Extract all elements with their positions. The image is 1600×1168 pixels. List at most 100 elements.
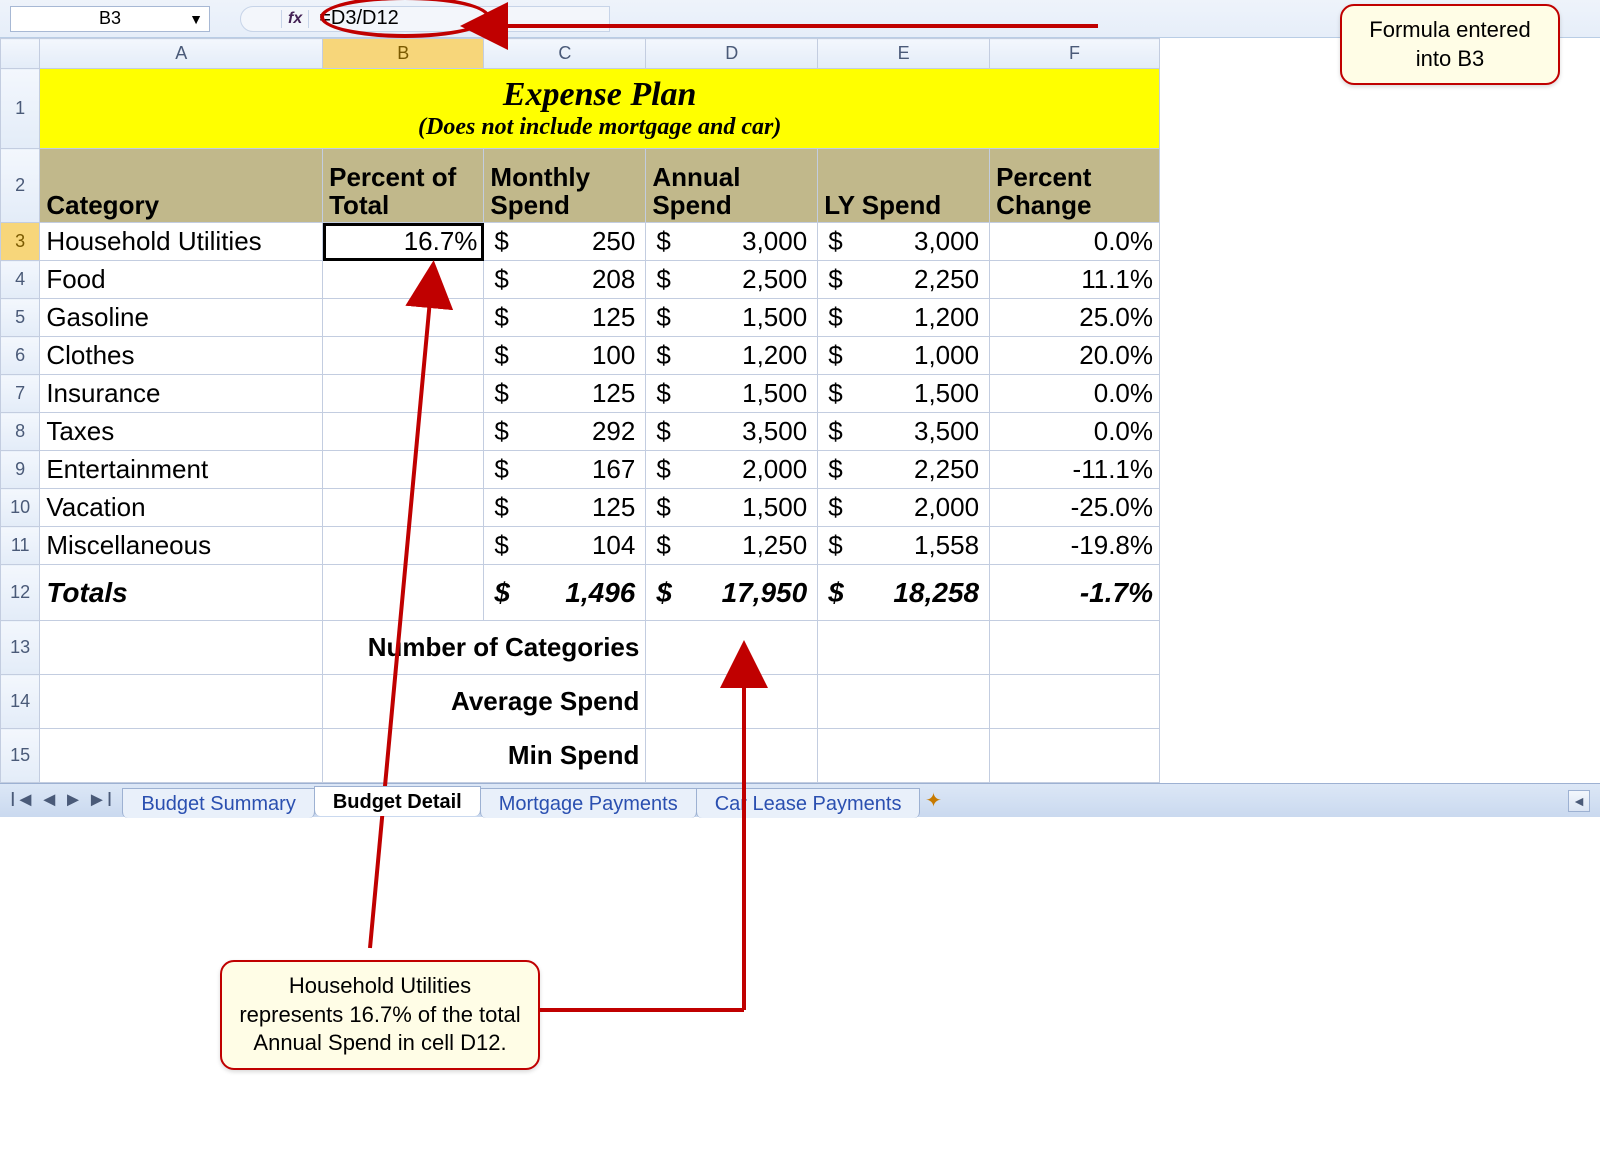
row-header[interactable]: 2 [1, 149, 40, 223]
cell[interactable]: $125 [484, 375, 646, 413]
row-header[interactable]: 4 [1, 261, 40, 299]
cell[interactable]: $1,500 [646, 299, 818, 337]
select-all-corner[interactable] [1, 39, 40, 69]
cell[interactable]: $167 [484, 451, 646, 489]
row-header[interactable]: 9 [1, 451, 40, 489]
cell[interactable] [990, 675, 1160, 729]
cell[interactable] [646, 675, 818, 729]
cell[interactable] [40, 621, 323, 675]
cell[interactable]: Expense Plan(Does not include mortgage a… [40, 69, 1160, 149]
cell[interactable]: LY Spend [818, 149, 990, 223]
col-header[interactable]: D [646, 39, 818, 69]
cell[interactable]: Percent of Total [323, 149, 484, 223]
cell[interactable]: $2,500 [646, 261, 818, 299]
cell[interactable]: Totals [40, 565, 323, 621]
cell[interactable]: $17,950 [646, 565, 818, 621]
cell[interactable]: $2,000 [818, 489, 990, 527]
cell[interactable] [323, 565, 484, 621]
cell[interactable]: $2,000 [646, 451, 818, 489]
cell[interactable] [323, 375, 484, 413]
cell[interactable]: $125 [484, 489, 646, 527]
cell[interactable]: $3,000 [646, 223, 818, 261]
new-sheet-icon[interactable]: ✦ [919, 788, 947, 813]
cell[interactable]: $1,250 [646, 527, 818, 565]
cell[interactable]: $1,500 [818, 375, 990, 413]
tab-next-icon[interactable]: ► [63, 789, 83, 812]
cell[interactable] [646, 729, 818, 783]
cell[interactable]: 0.0% [990, 375, 1160, 413]
cell[interactable] [323, 527, 484, 565]
tab-last-icon[interactable]: ►I [87, 789, 112, 812]
cell[interactable]: $1,558 [818, 527, 990, 565]
cell[interactable] [40, 675, 323, 729]
name-box[interactable]: B3 ▼ [10, 6, 210, 32]
hscroll-left-icon[interactable]: ◄ [1568, 790, 1590, 812]
cell[interactable]: $2,250 [818, 451, 990, 489]
cell[interactable] [323, 413, 484, 451]
cell[interactable]: $104 [484, 527, 646, 565]
cell[interactable]: $208 [484, 261, 646, 299]
cell[interactable]: 25.0% [990, 299, 1160, 337]
row-header[interactable]: 12 [1, 565, 40, 621]
cell[interactable]: $1,200 [818, 299, 990, 337]
col-header[interactable]: C [484, 39, 646, 69]
cell[interactable]: Average Spend [323, 675, 646, 729]
row-header[interactable]: 3 [1, 223, 40, 261]
cell[interactable]: Gasoline [40, 299, 323, 337]
cell[interactable]: Insurance [40, 375, 323, 413]
cell[interactable]: $3,500 [818, 413, 990, 451]
cell[interactable]: 16.7% [323, 223, 484, 261]
cell[interactable]: Food [40, 261, 323, 299]
row-header[interactable]: 5 [1, 299, 40, 337]
col-header[interactable]: A [40, 39, 323, 69]
cell[interactable]: Household Utilities [40, 223, 323, 261]
cell[interactable]: Entertainment [40, 451, 323, 489]
cell[interactable]: $1,496 [484, 565, 646, 621]
cell[interactable]: Category [40, 149, 323, 223]
sheet-tab[interactable]: Car Lease Payments [696, 788, 921, 818]
fx-icon[interactable]: fx [281, 10, 309, 28]
sheet-tab[interactable]: Mortgage Payments [480, 788, 697, 818]
cell[interactable]: Clothes [40, 337, 323, 375]
cell[interactable] [818, 675, 990, 729]
spreadsheet-grid[interactable]: ABCDEF1Expense Plan(Does not include mor… [0, 38, 1600, 783]
cell[interactable]: 0.0% [990, 223, 1160, 261]
cell[interactable]: $100 [484, 337, 646, 375]
col-header[interactable]: F [990, 39, 1160, 69]
cell[interactable] [40, 729, 323, 783]
cell[interactable]: $125 [484, 299, 646, 337]
cell[interactable]: Taxes [40, 413, 323, 451]
cell[interactable]: $18,258 [818, 565, 990, 621]
formula-input[interactable] [309, 6, 609, 31]
sheet-tab[interactable]: Budget Summary [122, 788, 315, 818]
col-header[interactable]: E [818, 39, 990, 69]
row-header[interactable]: 8 [1, 413, 40, 451]
cell[interactable]: $2,250 [818, 261, 990, 299]
sheet-tab[interactable]: Budget Detail [314, 786, 481, 816]
name-box-dropdown-icon[interactable]: ▼ [189, 11, 203, 27]
cell[interactable] [323, 489, 484, 527]
row-header[interactable]: 1 [1, 69, 40, 149]
cell[interactable]: $292 [484, 413, 646, 451]
cell[interactable]: $1,200 [646, 337, 818, 375]
cell[interactable] [990, 729, 1160, 783]
row-header[interactable]: 15 [1, 729, 40, 783]
cell[interactable]: $1,500 [646, 375, 818, 413]
tab-prev-icon[interactable]: ◄ [39, 789, 59, 812]
cell[interactable]: -11.1% [990, 451, 1160, 489]
cell[interactable]: -19.8% [990, 527, 1160, 565]
cell[interactable]: Miscellaneous [40, 527, 323, 565]
cell[interactable]: Annual Spend [646, 149, 818, 223]
cell[interactable]: $3,000 [818, 223, 990, 261]
tab-first-icon[interactable]: I◄ [10, 789, 35, 812]
row-header[interactable]: 11 [1, 527, 40, 565]
cell[interactable]: $3,500 [646, 413, 818, 451]
cell[interactable]: Vacation [40, 489, 323, 527]
cell[interactable]: -25.0% [990, 489, 1160, 527]
cell[interactable] [323, 261, 484, 299]
cell[interactable] [646, 621, 818, 675]
row-header[interactable]: 14 [1, 675, 40, 729]
cell[interactable] [323, 337, 484, 375]
row-header[interactable]: 7 [1, 375, 40, 413]
cell[interactable] [990, 621, 1160, 675]
